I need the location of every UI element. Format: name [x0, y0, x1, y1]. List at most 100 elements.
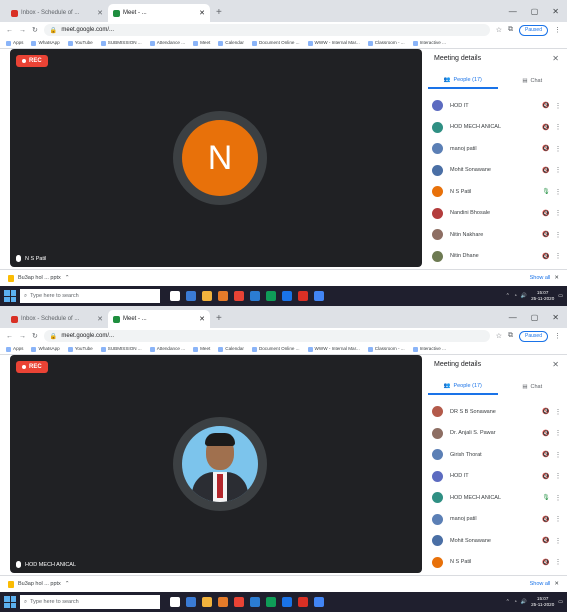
more-options-icon[interactable]: ⋮ — [553, 123, 563, 131]
vlc-icon[interactable] — [218, 597, 228, 607]
word-icon[interactable] — [250, 291, 260, 301]
more-options-icon[interactable]: ⋮ — [553, 102, 563, 110]
participant-row[interactable]: Nitin Dhane 🔇 ⋮ — [428, 246, 567, 268]
bookmark-item[interactable]: WWW - Internal Mar... — [308, 346, 360, 351]
more-options-icon[interactable]: ⋮ — [553, 472, 563, 480]
app-icon[interactable] — [314, 291, 324, 301]
close-window-icon[interactable]: ✕ — [552, 7, 559, 16]
profile-button[interactable]: Paused — [519, 24, 548, 36]
vlc-icon[interactable] — [218, 291, 228, 301]
minimize-icon[interactable]: — — [509, 313, 517, 322]
tab-chat[interactable]: ▤ Chat — [498, 73, 567, 89]
word-icon[interactable] — [250, 597, 260, 607]
participant-row[interactable]: HOD IT 🔇 ⋮ — [428, 466, 567, 488]
download-file-name[interactable]: Bu3ap hol ... pptx — [18, 275, 61, 281]
bookmark-item[interactable]: Calendar — [218, 40, 244, 45]
file-explorer-icon[interactable] — [202, 597, 212, 607]
close-icon[interactable]: ✕ — [552, 54, 559, 63]
bookmark-item[interactable]: Interactive ... — [413, 346, 446, 351]
tab-people[interactable]: 👥 People (17) — [428, 73, 498, 89]
show-all-button[interactable]: Show all — [530, 275, 551, 281]
taskbar-search-input[interactable]: ⌕ Type here to search — [20, 595, 160, 609]
more-options-icon[interactable]: ⋮ — [553, 231, 563, 239]
notifications-icon[interactable]: ▭ — [558, 599, 563, 605]
more-options-icon[interactable]: ⋮ — [553, 451, 563, 459]
app-icon[interactable] — [266, 597, 276, 607]
tab-people[interactable]: 👥 People (17) — [428, 379, 498, 395]
menu-icon[interactable]: ⋮ — [554, 332, 561, 340]
chrome-icon[interactable] — [234, 597, 244, 607]
bookmark-item[interactable]: YouTube — [68, 40, 93, 45]
notifications-icon[interactable]: ▭ — [558, 293, 563, 299]
more-options-icon[interactable]: ⋮ — [553, 537, 563, 545]
windows-start-icon[interactable] — [4, 596, 16, 608]
powerpoint-icon[interactable] — [298, 291, 308, 301]
more-options-icon[interactable]: ⋮ — [553, 429, 563, 437]
forward-icon[interactable]: → — [19, 27, 26, 34]
bookmark-item[interactable]: WWW - Internal Mar... — [308, 40, 360, 45]
participant-row[interactable]: Mohit Sonawane 🔇 ⋮ — [428, 160, 567, 182]
more-options-icon[interactable]: ⋮ — [553, 166, 563, 174]
close-icon[interactable]: ✕ — [97, 315, 103, 323]
app-icon[interactable] — [266, 291, 276, 301]
browser-tab-0[interactable]: Inbox - Schedule of ... ✕ — [6, 4, 108, 22]
maximize-icon[interactable]: ▢ — [531, 7, 539, 16]
bookmark-item[interactable]: Document Online ... — [252, 40, 300, 45]
bookmark-item[interactable]: Document Online ... — [252, 346, 300, 351]
more-options-icon[interactable]: ⋮ — [553, 515, 563, 523]
network-icon[interactable]: ◔ — [514, 293, 517, 299]
participant-row[interactable]: Mohit Sonawane 🔇 ⋮ — [428, 530, 567, 552]
participant-row[interactable]: N S Patil 🔇 ⋮ — [428, 552, 567, 574]
close-window-icon[interactable]: ✕ — [552, 313, 559, 322]
star-icon[interactable]: ☆ — [496, 332, 502, 340]
windows-start-icon[interactable] — [4, 290, 16, 302]
reload-icon[interactable]: ↻ — [32, 26, 38, 34]
more-options-icon[interactable]: ⋮ — [553, 252, 563, 260]
clock[interactable]: 15:07 25-11-2020 — [531, 290, 554, 302]
new-tab-button[interactable]: + — [210, 7, 228, 22]
file-explorer-icon[interactable] — [202, 291, 212, 301]
bookmark-item[interactable]: SUBMISSION ... — [101, 346, 142, 351]
more-options-icon[interactable]: ⋮ — [553, 494, 563, 502]
back-icon[interactable]: ← — [6, 27, 13, 34]
close-icon[interactable]: ✕ — [199, 9, 205, 17]
participant-row[interactable]: DR S B Sonawane 🔇 ⋮ — [428, 401, 567, 423]
bookmark-item[interactable]: SUBMISSION ... — [101, 40, 142, 45]
bookmark-item[interactable]: Attendance ... — [150, 346, 185, 351]
bookmark-item[interactable]: Classroom - ... — [368, 346, 405, 351]
more-options-icon[interactable]: ⋮ — [553, 145, 563, 153]
edge-icon[interactable] — [282, 291, 292, 301]
chevron-up-icon[interactable]: ⌃ — [65, 275, 70, 281]
back-icon[interactable]: ← — [6, 333, 13, 340]
bookmark-item[interactable]: Attendance ... — [150, 40, 185, 45]
clock[interactable]: 15:07 25-11-2020 — [531, 596, 554, 608]
reload-icon[interactable]: ↻ — [32, 332, 38, 340]
chevron-up-icon[interactable]: ⌃ — [506, 293, 510, 299]
bookmark-item[interactable]: Calendar — [218, 346, 244, 351]
menu-icon[interactable]: ⋮ — [554, 26, 561, 34]
chevron-up-icon[interactable]: ⌃ — [506, 599, 510, 605]
bookmark-item[interactable]: Meet — [193, 346, 210, 351]
participant-row[interactable]: N S Patil 🎙 ⋮ — [428, 181, 567, 203]
url-input[interactable]: 🔒 meet.google.com/... — [43, 330, 490, 342]
bookmark-item[interactable]: WhatsApp — [31, 40, 59, 45]
more-options-icon[interactable]: ⋮ — [553, 558, 563, 566]
new-tab-button[interactable]: + — [210, 313, 228, 328]
browser-tab-1[interactable]: Meet - ... ✕ — [108, 4, 210, 22]
participant-row[interactable]: HOD MECH ANICAL 🎙 ⋮ — [428, 487, 567, 509]
profile-button[interactable]: Paused — [519, 330, 548, 342]
minimize-icon[interactable]: — — [509, 7, 517, 16]
participant-row[interactable]: HOD IT 🔇 ⋮ — [428, 95, 567, 117]
app-icon[interactable] — [314, 597, 324, 607]
chrome-icon[interactable] — [234, 291, 244, 301]
close-icon[interactable]: ✕ — [554, 275, 559, 281]
volume-icon[interactable]: 🔊 — [521, 599, 527, 605]
participant-row[interactable]: manoj patil 🔇 ⋮ — [428, 138, 567, 160]
extensions-icon[interactable]: ⧉ — [508, 26, 513, 34]
tab-chat[interactable]: ▤ Chat — [498, 379, 567, 395]
participant-row[interactable]: Dr. Anjali S. Pawar 🔇 ⋮ — [428, 423, 567, 445]
volume-icon[interactable]: 🔊 — [521, 293, 527, 299]
taskbar-search-input[interactable]: ⌕ Type here to search — [20, 289, 160, 303]
powerpoint-icon[interactable] — [298, 597, 308, 607]
download-file-name[interactable]: Bu3ap hol ... pptx — [18, 581, 61, 587]
